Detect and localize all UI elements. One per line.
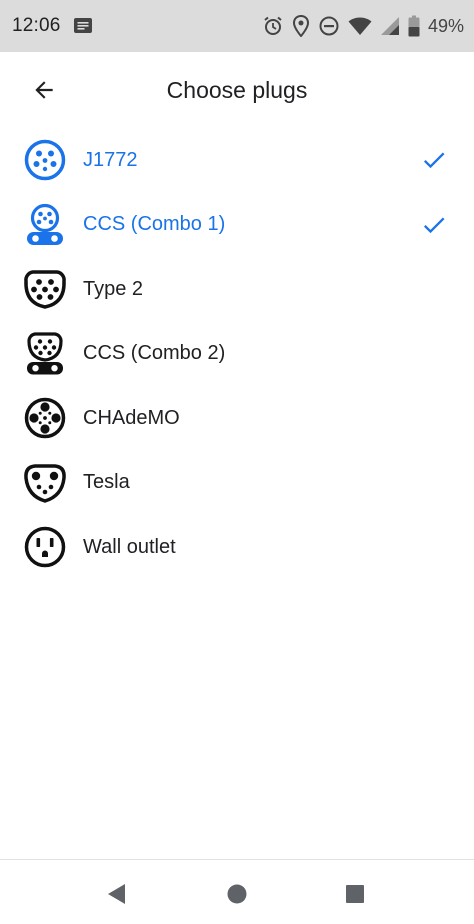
j1772-plug-icon xyxy=(24,140,66,181)
back-button[interactable] xyxy=(22,68,66,112)
wifi-icon xyxy=(348,16,372,36)
plug-label: Type 2 xyxy=(83,277,144,300)
back-triangle-icon xyxy=(108,884,125,904)
recents-square-icon xyxy=(346,885,364,903)
page-title: Choose plugs xyxy=(166,76,308,103)
plug-item-chademo[interactable]: CHAdeMO xyxy=(0,386,474,451)
nav-recents-button[interactable] xyxy=(335,874,375,914)
arrow-back-icon xyxy=(35,81,53,99)
plug-label: CCS (Combo 1) xyxy=(83,213,226,236)
plug-item-ccs-combo-2[interactable]: CCS (Combo 2) xyxy=(0,322,474,387)
status-bar: 12:06 49% xyxy=(0,0,474,52)
plug-label: Tesla xyxy=(83,471,130,494)
check-icon xyxy=(423,217,445,233)
plug-label: CHAdeMO xyxy=(83,406,180,429)
type2-plug-icon xyxy=(24,270,66,310)
plug-item-tesla[interactable]: Tesla xyxy=(0,451,474,516)
nav-back-button[interactable] xyxy=(97,874,137,914)
plug-item-ccs-combo-1[interactable]: CCS (Combo 1) xyxy=(0,193,474,258)
plug-label: J1772 xyxy=(83,148,138,171)
navigation-bar xyxy=(0,859,474,924)
nav-home-button[interactable] xyxy=(217,874,257,914)
message-icon xyxy=(73,16,93,36)
plug-item-type-2[interactable]: Type 2 xyxy=(0,257,474,322)
plug-item-wall-outlet[interactable]: Wall outlet xyxy=(0,515,474,580)
battery-icon xyxy=(408,15,420,37)
plug-label: CCS (Combo 2) xyxy=(83,342,226,365)
home-circle-icon xyxy=(227,884,247,904)
ccs-combo2-plug-icon xyxy=(27,332,63,375)
app-bar: Choose plugs xyxy=(0,52,474,128)
ccs-combo1-plug-icon xyxy=(27,203,63,245)
battery-percent: 49% xyxy=(427,15,464,36)
chademo-plug-icon xyxy=(24,398,66,439)
tesla-plug-icon xyxy=(24,464,66,503)
check-icon xyxy=(423,152,445,169)
status-time: 12:06 xyxy=(12,15,61,36)
alarm-icon xyxy=(262,15,284,37)
do-not-disturb-icon xyxy=(318,15,340,37)
plug-item-j1772[interactable]: J1772 xyxy=(0,128,474,193)
location-icon xyxy=(292,15,310,37)
plug-label: Wall outlet xyxy=(83,535,176,558)
signal-icon xyxy=(380,16,400,36)
plug-list: J1772 CCS (Combo 1) Type 2 CCS (Combo 2)… xyxy=(0,128,474,580)
wall-outlet-icon xyxy=(24,527,66,568)
